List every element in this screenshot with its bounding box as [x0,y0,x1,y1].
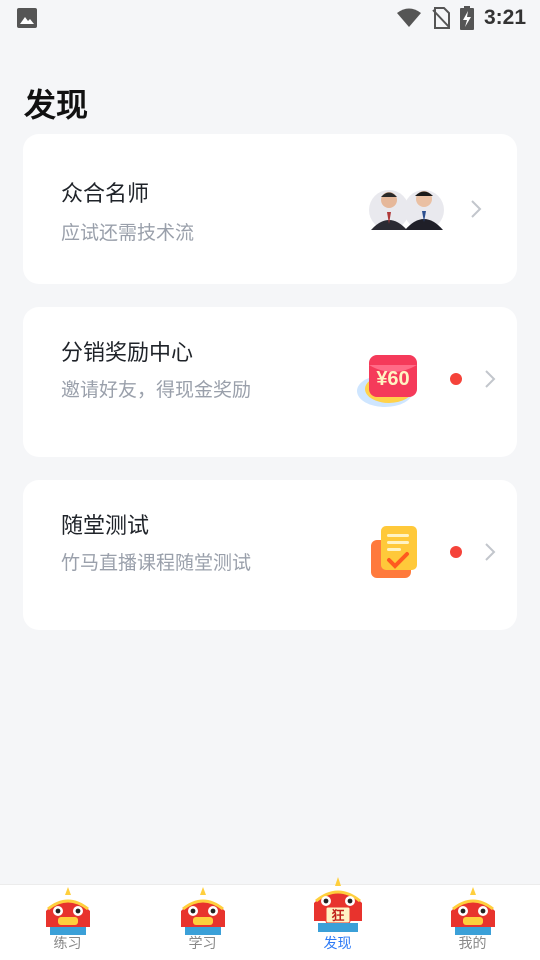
card-distribution-rewards[interactable]: 分销奖励中心 邀请好友，得现金奖励 ¥60 [23,307,517,457]
page-title: 发现 [24,86,89,124]
tab-label: 发现 [323,936,352,952]
envelope-amount: ¥60 [376,368,409,390]
test-paper-icon [367,524,421,586]
red-envelope-icon: ¥60 [355,351,423,417]
card-subtitle: 邀请好友，得现金奖励 [61,379,252,401]
card-class-test[interactable]: 随堂测试 竹马直播课程随堂测试 [23,480,517,630]
tab-practice[interactable]: 练习 [0,885,135,960]
card-title: 随堂测试 [61,514,150,539]
tab-study[interactable]: 学习 [135,885,270,960]
card-subtitle: 应试还需技术流 [61,222,195,244]
tab-badge-text: 狂 [331,908,344,924]
tab-label: 学习 [188,936,217,952]
battery-charging-icon [459,6,474,30]
lion-dance-icon: 狂 [309,877,367,939]
wifi-icon [396,8,422,28]
bottom-nav: 练习 学习 狂 发现 我的 [0,877,540,960]
tab-mine[interactable]: 我的 [405,885,540,960]
tab-discover[interactable]: 狂 发现 [270,877,405,960]
status-bar: 3:21 [0,0,540,36]
notification-dot [450,373,462,385]
image-icon [16,7,38,29]
chevron-right-icon [471,200,482,218]
status-time: 3:21 [483,6,526,29]
card-subtitle: 竹马直播课程随堂测试 [61,552,252,574]
card-famous-teachers[interactable]: 众合名师 应试还需技术流 [23,134,517,284]
teachers-avatars-icon [367,182,447,236]
no-sim-icon [432,7,450,29]
card-title: 众合名师 [61,182,150,207]
tab-label: 我的 [458,936,487,952]
tab-label: 练习 [53,936,82,952]
chevron-right-icon [485,370,496,388]
chevron-right-icon [485,543,496,561]
notification-dot [450,546,462,558]
card-title: 分销奖励中心 [61,341,194,366]
